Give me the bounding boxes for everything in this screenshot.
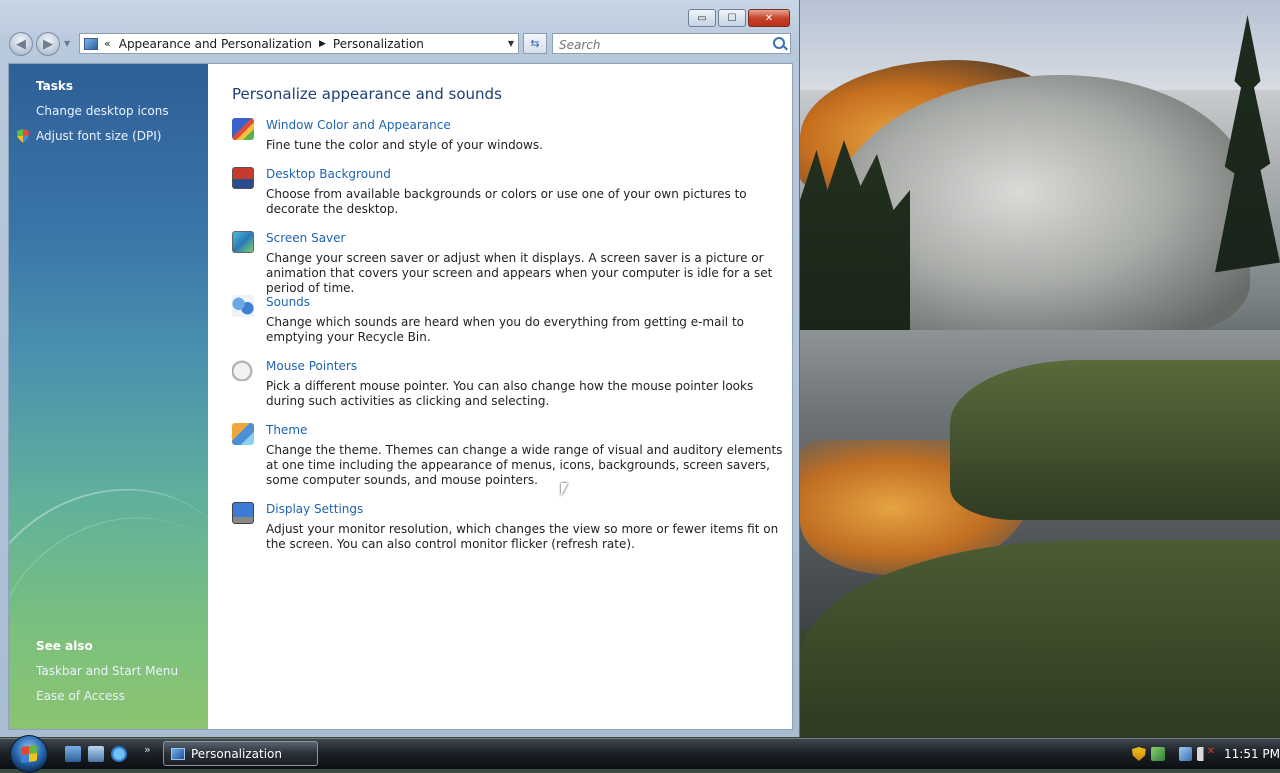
theme-icon[interactable]	[232, 423, 254, 445]
security-center-icon[interactable]	[1132, 747, 1146, 761]
page-title: Personalize appearance and sounds	[232, 85, 502, 103]
switch-windows-icon[interactable]	[88, 746, 104, 762]
back-button[interactable]: ◀	[9, 32, 33, 56]
personalization-window: ▭ ☐ ✕ ◀ ▶ ▼ « Appearance and Personaliza…	[0, 0, 800, 737]
mouse-pointer-icon[interactable]	[232, 359, 254, 381]
start-button[interactable]	[10, 735, 48, 773]
display-settings-link[interactable]: Display Settings	[266, 502, 363, 516]
refresh-icon: ⇆	[530, 37, 540, 50]
ease-of-access-link[interactable]: Ease of Access	[36, 689, 125, 703]
network-status-icon[interactable]	[1150, 747, 1165, 761]
screen-saver-description: Change your screen saver or adjust when …	[266, 251, 773, 295]
mouse-cursor-icon	[561, 483, 568, 496]
window-color-description: Fine tune the color and style of your wi…	[266, 138, 543, 152]
tasks-heading: Tasks	[36, 79, 74, 93]
see-also-heading: See also	[36, 639, 93, 653]
refresh-button[interactable]: ⇆	[523, 33, 547, 54]
search-input[interactable]	[557, 35, 761, 54]
taskbar: » Personalization 11:51 PM	[0, 735, 1280, 773]
desktop-background-icon[interactable]	[232, 167, 254, 189]
volume-muted-icon[interactable]	[1197, 746, 1215, 761]
breadcrumb-appearance[interactable]: Appearance and Personalization	[119, 37, 312, 51]
control-panel-icon	[84, 37, 98, 50]
minimize-button[interactable]: ▭	[688, 9, 716, 27]
address-dropdown-button[interactable]: ▼	[508, 39, 514, 48]
taskbar-clock[interactable]: 11:51 PM	[1224, 747, 1280, 761]
sounds-description: Change which sounds are heard when you d…	[266, 315, 744, 344]
adjust-font-size-link[interactable]: Adjust font size (DPI)	[36, 129, 161, 143]
mouse-pointers-description: Pick a different mouse pointer. You can …	[266, 379, 754, 408]
show-desktop-icon[interactable]	[65, 746, 81, 762]
breadcrumb-personalization[interactable]: Personalization	[333, 37, 424, 51]
address-overflow-chevron[interactable]: «	[104, 37, 111, 50]
recent-pages-dropdown[interactable]: ▼	[64, 39, 70, 48]
control-panel-icon	[171, 747, 185, 760]
wallpaper-meadow	[950, 360, 1280, 520]
mouse-pointers-link[interactable]: Mouse Pointers	[266, 359, 357, 373]
theme-link[interactable]: Theme	[266, 423, 307, 437]
screen-saver-link[interactable]: Screen Saver	[266, 231, 345, 245]
forward-button[interactable]: ▶	[36, 32, 60, 56]
change-desktop-icons-link[interactable]: Change desktop icons	[36, 104, 169, 118]
window-color-link[interactable]: Window Color and Appearance	[266, 118, 451, 132]
taskbar-button-personalization[interactable]: Personalization	[163, 741, 318, 766]
window-client-area: Tasks Change desktop icons Adjust font s…	[8, 63, 793, 730]
breadcrumb-separator-icon[interactable]: ▶	[319, 39, 326, 49]
taskbar-start-menu-link[interactable]: Taskbar and Start Menu	[36, 664, 178, 678]
window-color-icon[interactable]	[232, 118, 254, 140]
desktop-background-link[interactable]: Desktop Background	[266, 167, 391, 181]
taskbar-button-label: Personalization	[191, 746, 282, 761]
notification-area: 11:51 PM	[1128, 741, 1280, 767]
address-bar[interactable]: « Appearance and Personalization ▶ Perso…	[79, 33, 519, 54]
navigation-bar: ◀ ▶ ▼ « Appearance and Personalization ▶…	[9, 31, 791, 57]
task-pane: Tasks Change desktop icons Adjust font s…	[9, 64, 291, 729]
network-connection-icon[interactable]	[1178, 747, 1193, 761]
windows-logo-icon	[21, 744, 37, 764]
search-box[interactable]	[552, 33, 791, 54]
theme-description: Change the theme. Themes can change a wi…	[266, 443, 783, 487]
search-icon[interactable]	[773, 37, 785, 49]
close-button[interactable]: ✕	[748, 9, 790, 27]
uac-shield-icon	[17, 129, 29, 143]
quick-launch-more-button[interactable]: »	[144, 743, 151, 756]
display-settings-icon[interactable]	[232, 502, 254, 524]
window-controls: ▭ ☐ ✕	[688, 9, 790, 27]
arrow-right-icon: ▶	[43, 36, 53, 52]
sounds-icon[interactable]	[232, 295, 254, 317]
arrow-left-icon: ◀	[16, 36, 26, 52]
sounds-link[interactable]: Sounds	[266, 295, 310, 309]
internet-explorer-icon[interactable]	[111, 746, 127, 762]
screen-saver-icon[interactable]	[232, 231, 254, 253]
maximize-button[interactable]: ☐	[718, 9, 746, 27]
desktop-background-description: Choose from available backgrounds or col…	[266, 187, 747, 216]
display-settings-description: Adjust your monitor resolution, which ch…	[266, 522, 779, 551]
